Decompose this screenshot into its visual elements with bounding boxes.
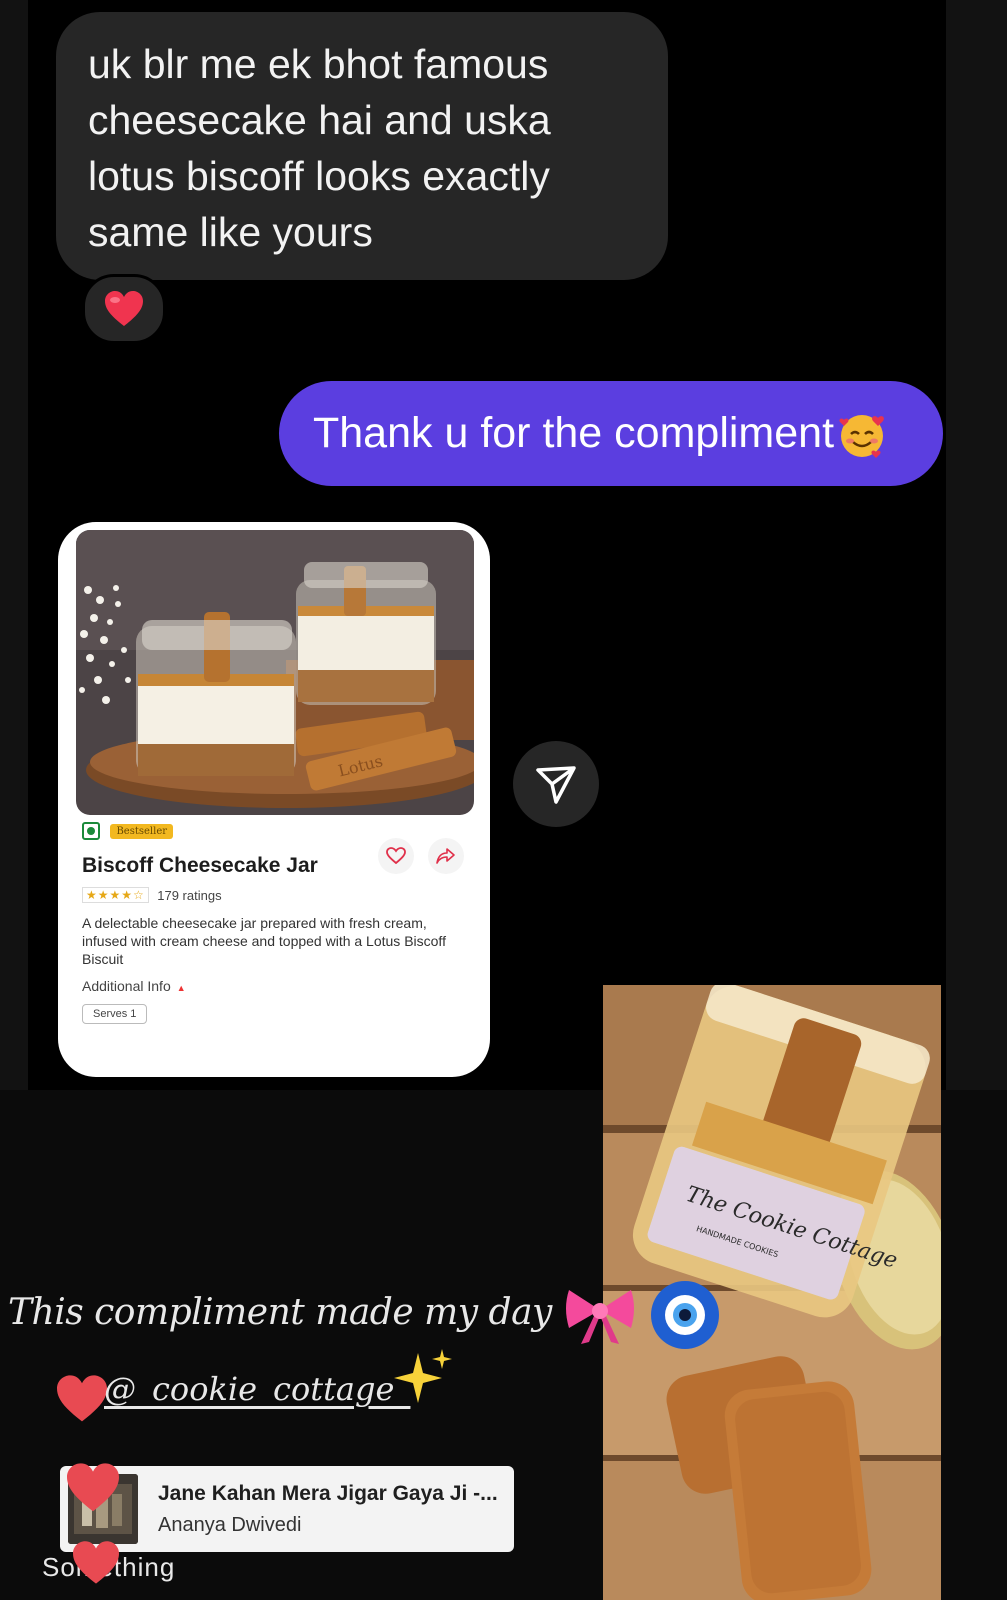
product-description: A delectable cheesecake jar prepared wit… [82, 915, 446, 968]
incoming-message-bubble[interactable]: uk blr me ek bhot famous cheesecake hai … [56, 12, 668, 280]
star-rating: ★★★★☆ [82, 887, 149, 903]
serves-tag: Serves 1 [82, 1004, 148, 1025]
caption-text: This compliment made my day [8, 1292, 552, 1333]
share-arrow-icon [436, 848, 455, 864]
heart-icon [105, 291, 143, 326]
music-sticker[interactable]: Jane Kahan Mera Jigar Gaya Ji -... Anany… [60, 1466, 514, 1552]
heart-sticker [54, 1374, 110, 1429]
heart-sticker-bottom [70, 1540, 122, 1591]
additional-info-label: Additional Info [82, 978, 171, 995]
bestseller-badge: Bestseller [110, 823, 174, 839]
outgoing-message-text: Thank u for the compliment [313, 409, 835, 457]
nazar-amulet-icon [650, 1281, 719, 1349]
paper-plane-icon [536, 766, 576, 804]
share-product-button[interactable] [428, 838, 464, 874]
outgoing-message-bubble[interactable]: Thank u for the compliment [279, 381, 943, 486]
smiling-face-with-hearts-icon [839, 414, 884, 458]
ribbon-bow-icon [565, 1290, 634, 1344]
heart-reaction[interactable] [82, 274, 166, 344]
heart-icon [67, 1463, 119, 1512]
song-title: Jane Kahan Mera Jigar Gaya Ji -... [158, 1482, 498, 1505]
song-artist: Ananya Dwivedi [158, 1514, 302, 1536]
heart-outline-icon [386, 847, 406, 865]
rating-row: ★★★★☆ 179 ratings [82, 886, 472, 904]
shared-product-card[interactable]: Lotus Bestseller Biscoff Cheesecake Jar … [58, 522, 490, 1077]
heart-sticker-small [64, 1462, 122, 1519]
caret-up-icon: ▲ [176, 983, 186, 994]
veg-icon [82, 822, 100, 840]
forward-message-button[interactable] [513, 741, 599, 827]
account-mention[interactable]: @_cookie_cottage_ [104, 1370, 410, 1408]
heart-icon [73, 1541, 119, 1584]
sparkles-sticker [392, 1345, 456, 1414]
right-background [946, 0, 1007, 1090]
incoming-message-text: uk blr me ek bhot famous cheesecake hai … [88, 41, 551, 255]
left-background [0, 0, 28, 1090]
sparkles-icon [394, 1349, 452, 1403]
ratings-count: 179 ratings [157, 887, 222, 903]
favorite-button[interactable] [378, 838, 414, 874]
product-photo: Lotus [76, 530, 474, 815]
heart-icon [57, 1375, 107, 1422]
additional-info-toggle[interactable]: Additional Info ▲ [82, 978, 472, 994]
story-caption: This compliment made my day [8, 1278, 722, 1352]
product-tags: Bestseller [82, 822, 472, 840]
